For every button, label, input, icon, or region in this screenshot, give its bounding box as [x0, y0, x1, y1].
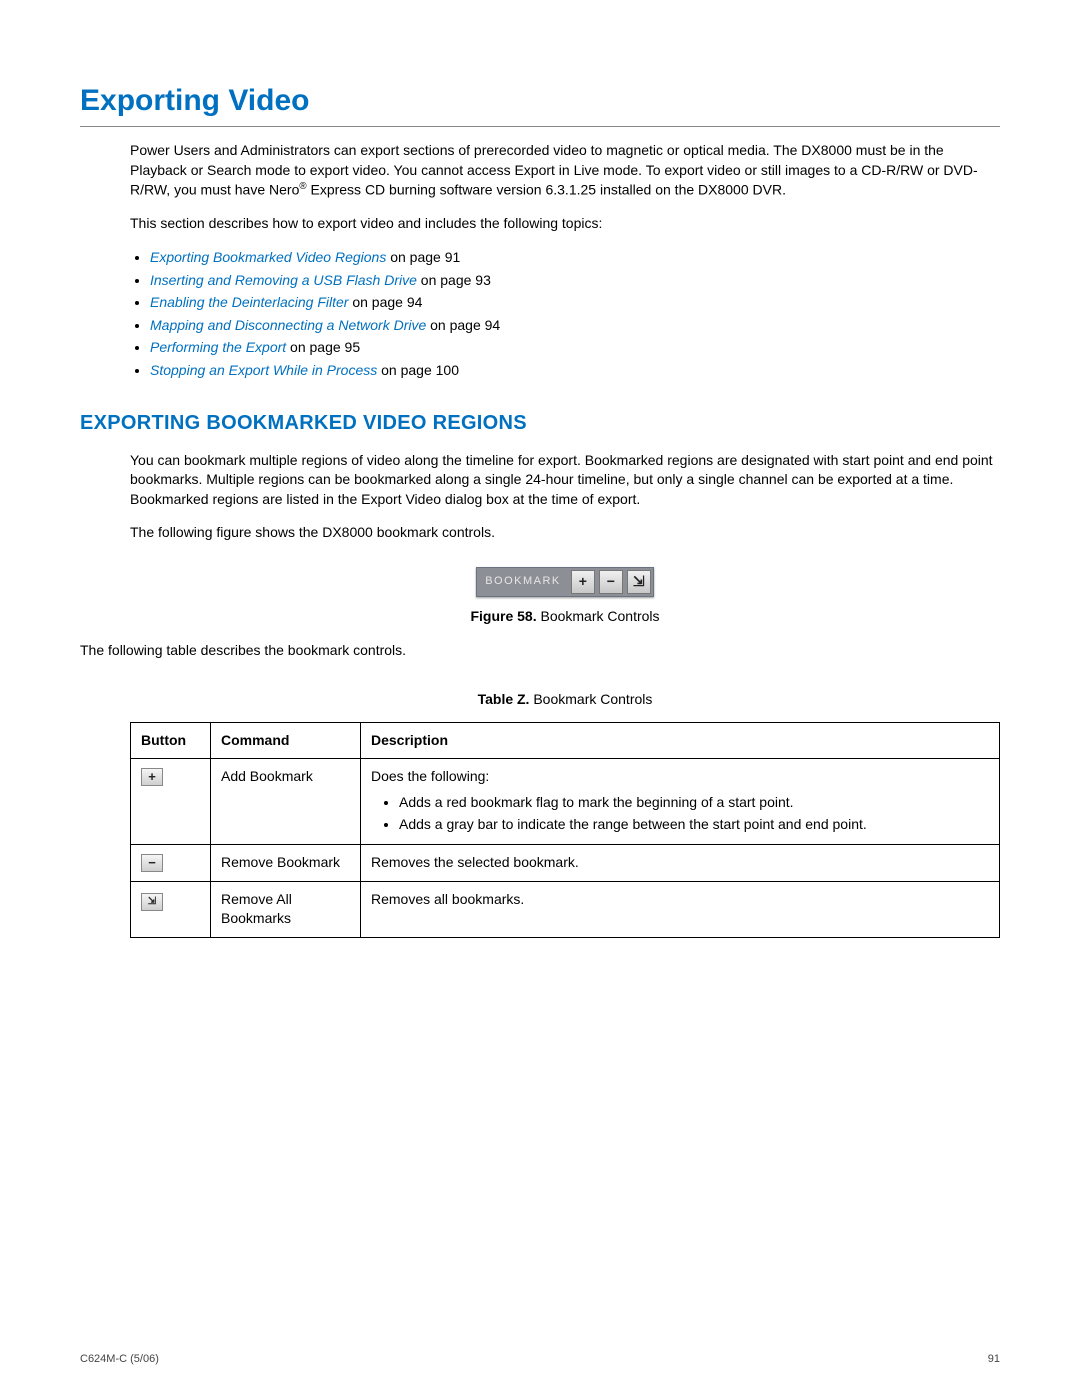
intro-block: Power Users and Administrators can expor… — [130, 141, 1000, 381]
page-footer: C624M-C (5/06) 91 — [80, 1352, 1000, 1367]
list-item: Mapping and Disconnecting a Network Driv… — [150, 316, 1000, 336]
topic-link[interactable]: Inserting and Removing a USB Flash Drive — [150, 272, 417, 288]
topic-link[interactable]: Stopping an Export While in Process — [150, 362, 377, 378]
bookmark-label: BOOKMARK — [477, 568, 569, 596]
description-cell: Does the following: Adds a red bookmark … — [361, 759, 1000, 845]
button-cell: − — [131, 845, 211, 882]
desc-item: Adds a red bookmark flag to mark the beg… — [399, 793, 989, 813]
table-intro: The following table describes the bookma… — [80, 641, 1000, 661]
section-body: You can bookmark multiple regions of vid… — [130, 451, 1000, 938]
button-cell: + — [131, 759, 211, 845]
figure-caption-text: Bookmark Controls — [537, 608, 660, 624]
topic-suffix: on page 91 — [386, 249, 460, 265]
figure-caption: Figure 58. Bookmark Controls — [130, 607, 1000, 627]
topic-link[interactable]: Performing the Export — [150, 339, 286, 355]
topic-suffix: on page 94 — [348, 294, 422, 310]
section-paragraph: You can bookmark multiple regions of vid… — [130, 451, 1000, 510]
table-title-text: Bookmark Controls — [529, 691, 652, 707]
registered-mark: ® — [299, 181, 306, 192]
page-title: Exporting Video — [80, 80, 1000, 127]
list-item: Enabling the Deinterlacing Filter on pag… — [150, 293, 1000, 313]
topic-suffix: on page 93 — [417, 272, 491, 288]
col-header-description: Description — [361, 722, 1000, 759]
topic-link[interactable]: Exporting Bookmarked Video Regions — [150, 249, 386, 265]
topic-link[interactable]: Enabling the Deinterlacing Filter — [150, 294, 348, 310]
col-header-command: Command — [211, 722, 361, 759]
remove-all-bookmarks-icon[interactable]: ⇲ — [627, 570, 651, 594]
col-header-button: Button — [131, 722, 211, 759]
footer-page-number: 91 — [988, 1352, 1000, 1367]
table-number: Table Z. — [478, 691, 530, 707]
intro-text-2: Express CD burning software version 6.3.… — [307, 182, 786, 198]
description-cell: Removes the selected bookmark. — [361, 845, 1000, 882]
command-cell: Remove All Bookmarks — [211, 881, 361, 937]
bookmark-controls-table: Button Command Description + Add Bookmar… — [130, 722, 1000, 938]
topic-suffix: on page 100 — [377, 362, 459, 378]
desc-item: Adds a gray bar to indicate the range be… — [399, 815, 989, 835]
desc-list: Adds a red bookmark flag to mark the beg… — [371, 793, 989, 834]
intro-paragraph: Power Users and Administrators can expor… — [130, 141, 1000, 200]
bookmark-strip: BOOKMARK + − ⇲ — [476, 567, 654, 597]
desc-intro: Does the following: — [371, 768, 489, 784]
table-title: Table Z. Bookmark Controls — [130, 690, 1000, 710]
footer-doc-id: C624M-C (5/06) — [80, 1352, 159, 1367]
topics-intro: This section describes how to export vid… — [130, 214, 1000, 234]
minus-icon: − — [141, 854, 163, 872]
list-item: Stopping an Export While in Process on p… — [150, 361, 1000, 381]
topic-suffix: on page 94 — [426, 317, 500, 333]
bookmark-widget: BOOKMARK + − ⇲ — [476, 567, 654, 597]
figure-intro: The following figure shows the DX8000 bo… — [130, 523, 1000, 543]
remove-all-icon: ⇲ — [141, 893, 163, 911]
topic-suffix: on page 95 — [286, 339, 360, 355]
section-heading: EXPORTING BOOKMARKED VIDEO REGIONS — [80, 409, 1000, 437]
topics-list: Exporting Bookmarked Video Regions on pa… — [130, 248, 1000, 381]
add-bookmark-icon[interactable]: + — [571, 570, 595, 594]
document-page: Exporting Video Power Users and Administ… — [0, 0, 1080, 1397]
list-item: Exporting Bookmarked Video Regions on pa… — [150, 248, 1000, 268]
button-cell: ⇲ — [131, 881, 211, 937]
table-row: + Add Bookmark Does the following: Adds … — [131, 759, 1000, 845]
topic-link[interactable]: Mapping and Disconnecting a Network Driv… — [150, 317, 426, 333]
command-cell: Add Bookmark — [211, 759, 361, 845]
bookmark-figure: BOOKMARK + − ⇲ — [130, 557, 1000, 597]
table-header-row: Button Command Description — [131, 722, 1000, 759]
figure-number: Figure 58. — [470, 608, 536, 624]
remove-bookmark-icon[interactable]: − — [599, 570, 623, 594]
table-row: ⇲ Remove All Bookmarks Removes all bookm… — [131, 881, 1000, 937]
description-cell: Removes all bookmarks. — [361, 881, 1000, 937]
list-item: Performing the Export on page 95 — [150, 338, 1000, 358]
command-cell: Remove Bookmark — [211, 845, 361, 882]
list-item: Inserting and Removing a USB Flash Drive… — [150, 271, 1000, 291]
plus-icon: + — [141, 768, 163, 786]
table-row: − Remove Bookmark Removes the selected b… — [131, 845, 1000, 882]
